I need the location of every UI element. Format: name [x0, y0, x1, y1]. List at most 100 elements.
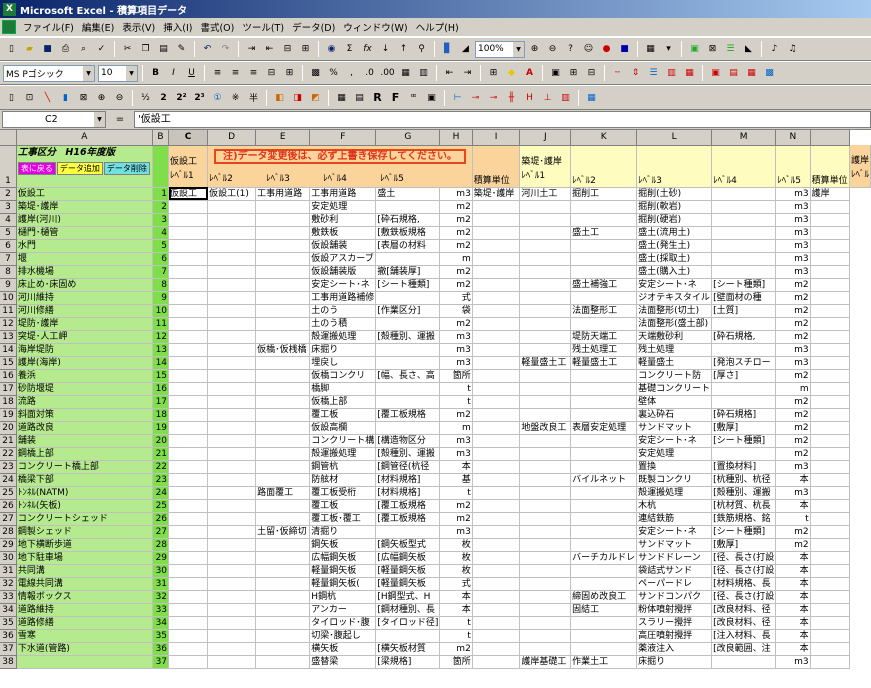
cell-o[interactable]: m2 — [775, 369, 811, 383]
row-header[interactable]: 16 — [0, 369, 17, 383]
cell-f[interactable]: 敷砂利 — [309, 213, 377, 227]
row-header[interactable]: 10 — [0, 291, 17, 305]
cell-k[interactable] — [570, 395, 638, 409]
cell-k[interactable] — [570, 447, 638, 461]
cell-a[interactable]: 砂防堰堤 — [16, 382, 153, 396]
cell-g[interactable]: [材料規格] — [375, 486, 441, 500]
unit-label-n[interactable]: 積算単位 — [810, 145, 850, 188]
cell-c[interactable] — [168, 291, 209, 305]
cell-b[interactable]: 33 — [152, 603, 170, 617]
cell-f[interactable]: 覆工板･覆工 — [309, 512, 377, 526]
cell-m[interactable]: [シート種類] — [711, 278, 777, 292]
cell-g[interactable]: [砕石規格, — [375, 213, 441, 227]
cell-b[interactable]: 24 — [152, 486, 170, 500]
cell-h[interactable]: 枚 — [439, 538, 473, 552]
cell-o[interactable]: m3 — [775, 486, 811, 500]
cell-i[interactable] — [472, 486, 521, 500]
cell-e[interactable] — [255, 577, 311, 591]
c1-cell[interactable]: 仮設工 ﾚﾍﾞﾙ1 — [168, 145, 209, 188]
cell-k[interactable]: 固結工 — [570, 603, 638, 617]
cell-i[interactable] — [472, 304, 521, 318]
cell-o[interactable]: m2 — [775, 291, 811, 305]
cell-o[interactable]: 本 — [775, 629, 811, 643]
record-icon[interactable]: ● — [598, 41, 615, 58]
cell-j[interactable] — [519, 382, 572, 396]
zoom-out-icon[interactable]: ⊖ — [544, 41, 561, 58]
cell-e[interactable] — [255, 382, 311, 396]
row-header[interactable]: 22 — [0, 447, 17, 461]
cell-f[interactable]: 鋼矢板 — [309, 538, 377, 552]
cell-c[interactable] — [168, 421, 209, 435]
menu-edit[interactable]: 編集(E) — [79, 20, 117, 34]
cell-k[interactable] — [570, 382, 638, 396]
cell-b[interactable]: 19 — [152, 421, 170, 435]
cell-d[interactable] — [207, 304, 257, 318]
cell-g[interactable] — [375, 421, 441, 435]
spellcheck-icon[interactable]: ✓ — [93, 41, 110, 58]
cell-a[interactable]: コンクリート橋上部 — [16, 460, 153, 474]
cell-b[interactable]: 2 — [152, 200, 170, 214]
cell-m[interactable] — [711, 200, 777, 214]
cell-m[interactable]: [改良材料、径 — [711, 616, 777, 630]
cell-i[interactable] — [472, 655, 521, 669]
cell-g[interactable] — [375, 291, 441, 305]
cell-k[interactable] — [570, 577, 638, 591]
cell-p[interactable] — [810, 616, 850, 630]
cell-m[interactable]: [シート種類] — [711, 434, 777, 448]
cell-c[interactable] — [168, 265, 209, 279]
cell-m[interactable]: [径、長さ(打設 — [711, 551, 777, 565]
cell-h[interactable]: 枚 — [439, 551, 473, 565]
cell-o[interactable]: 本 — [775, 616, 811, 630]
cell-i[interactable] — [472, 447, 521, 461]
cell-o[interactable]: 本 — [775, 473, 811, 487]
cell-e[interactable] — [255, 460, 311, 474]
cell-b[interactable]: 32 — [152, 590, 170, 604]
cell-c[interactable] — [168, 512, 209, 526]
menu-format[interactable]: 書式(O) — [197, 20, 237, 34]
row-header[interactable]: 26 — [0, 499, 17, 513]
cell-j[interactable] — [519, 330, 572, 344]
cell-e[interactable] — [255, 551, 311, 565]
cell-e[interactable] — [255, 473, 311, 487]
cell-g[interactable] — [375, 525, 441, 539]
cell-g[interactable] — [375, 343, 441, 357]
cell-l[interactable]: 木杭 — [636, 499, 713, 513]
t3-q-icon[interactable]: ◩ — [307, 89, 324, 106]
cell-p[interactable] — [810, 265, 850, 279]
cell-a[interactable] — [16, 655, 153, 669]
row-header[interactable]: 20 — [0, 421, 17, 435]
lines-icon[interactable]: ☰ — [722, 41, 739, 58]
cell-f[interactable]: 仮橋上部 — [309, 395, 377, 409]
format1-icon[interactable]: ╌ — [609, 65, 626, 82]
cell-p[interactable] — [810, 304, 850, 318]
menu-data[interactable]: データ(D) — [289, 20, 338, 34]
cell-m[interactable]: [鉄筋規格、銘 — [711, 512, 777, 526]
cell-k[interactable]: 軽量盛土工 — [570, 356, 638, 370]
cell-g[interactable]: [覆工板規格 — [375, 499, 441, 513]
add-data-button[interactable]: データ追加 — [56, 161, 103, 175]
hyperlink-icon[interactable]: ◉ — [323, 41, 340, 58]
sort-asc-icon[interactable]: ↓ — [377, 41, 394, 58]
cell-l[interactable]: ペーパードレ — [636, 577, 713, 591]
cell-p[interactable] — [810, 499, 850, 513]
cell-g[interactable] — [375, 395, 441, 409]
cell-l[interactable]: サンドコンパク — [636, 590, 713, 604]
row-header[interactable]: 25 — [0, 486, 17, 500]
level-label-k[interactable]: ﾚﾍﾞﾙ3 — [636, 145, 713, 188]
cell-o[interactable]: 本 — [775, 551, 811, 565]
cell-m[interactable]: [土質] — [711, 304, 777, 318]
assistant-icon[interactable]: ☺ — [580, 41, 597, 58]
cell-f[interactable]: 覆工板受桁 — [309, 486, 377, 500]
row-header[interactable]: 4 — [0, 213, 17, 227]
cell-e[interactable] — [255, 590, 311, 604]
t3-p-icon[interactable]: ◨ — [289, 89, 306, 106]
cell-a[interactable]: 舗装 — [16, 434, 153, 448]
cell-a[interactable]: 護岸(河川) — [16, 213, 153, 227]
cell-e[interactable]: 仮橋･仮桟橋 — [255, 343, 311, 357]
cell-i[interactable] — [472, 577, 521, 591]
cell-b[interactable]: 18 — [152, 408, 170, 422]
cell-k[interactable] — [570, 200, 638, 214]
cell-i[interactable] — [472, 408, 521, 422]
cell-g[interactable]: [覆工板規格 — [375, 408, 441, 422]
grid-tool-icon[interactable]: ▣ — [686, 41, 703, 58]
